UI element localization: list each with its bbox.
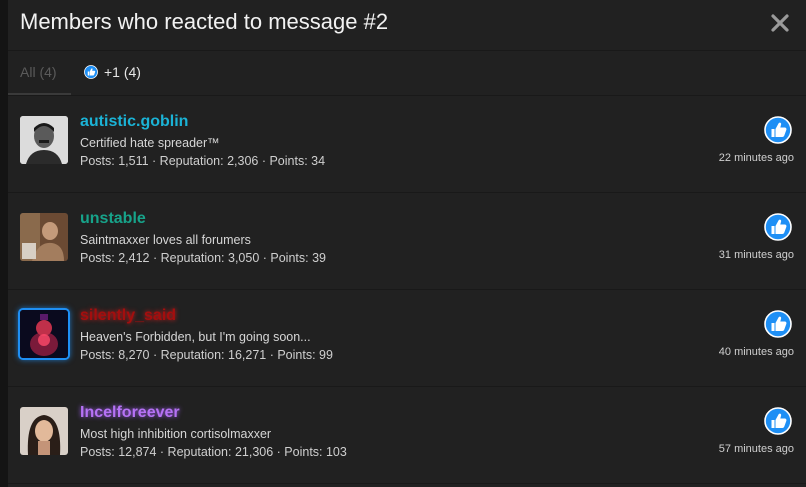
thumbs-up-icon [84, 65, 98, 79]
thumbs-up-icon [764, 407, 792, 435]
list-item: autistic.goblin Certified hate spreader™… [8, 96, 806, 193]
user-title: Most high inhibition cortisolmaxxer [80, 427, 272, 441]
username[interactable]: Incelforeever [80, 403, 180, 423]
avatar[interactable] [20, 310, 68, 358]
user-stats: Posts: 8,270 · Reputation: 16,271 · Poin… [80, 348, 333, 362]
thumbs-up-icon [764, 116, 792, 144]
user-stats: Posts: 12,874 · Reputation: 21,306 · Poi… [80, 445, 347, 459]
members-list: autistic.goblin Certified hate spreader™… [8, 96, 806, 484]
list-item: silently_said Heaven's Forbidden, but I'… [8, 290, 806, 387]
close-icon[interactable] [770, 13, 790, 33]
user-title: Saintmaxxer loves all forumers [80, 233, 251, 247]
user-stats: Posts: 2,412 · Reputation: 3,050 · Point… [80, 251, 326, 265]
reaction-time: 57 minutes ago [718, 443, 794, 455]
avatar[interactable] [20, 407, 68, 455]
reaction-time: 31 minutes ago [718, 249, 794, 261]
username[interactable]: autistic.goblin [80, 112, 188, 132]
reactions-dialog: Members who reacted to message #2 All (4… [8, 0, 806, 487]
reaction-time: 40 minutes ago [718, 346, 794, 358]
username[interactable]: unstable [80, 209, 146, 229]
tab-all-label: All (4) [20, 64, 57, 80]
user-title: Certified hate spreader™ [80, 136, 220, 150]
reaction-tabs: All (4) +1 (4) [8, 51, 806, 96]
user-title: Heaven's Forbidden, but I'm going soon..… [80, 330, 311, 344]
dialog-header: Members who reacted to message #2 [8, 0, 806, 51]
list-item: Incelforeever Most high inhibition corti… [8, 387, 806, 484]
username[interactable]: silently_said [80, 306, 176, 326]
user-stats: Posts: 1,511 · Reputation: 2,306 · Point… [80, 154, 326, 168]
thumbs-up-icon [764, 310, 792, 338]
avatar[interactable] [20, 116, 68, 164]
list-item: unstable Saintmaxxer loves all forumers … [8, 193, 806, 290]
reaction-time: 22 minutes ago [718, 152, 794, 164]
thumbs-up-icon [764, 213, 792, 241]
tab-plus-one-label: +1 (4) [104, 64, 141, 80]
avatar[interactable] [20, 213, 68, 261]
tab-all[interactable]: All (4) [8, 51, 71, 95]
dialog-title: Members who reacted to message #2 [20, 9, 389, 34]
